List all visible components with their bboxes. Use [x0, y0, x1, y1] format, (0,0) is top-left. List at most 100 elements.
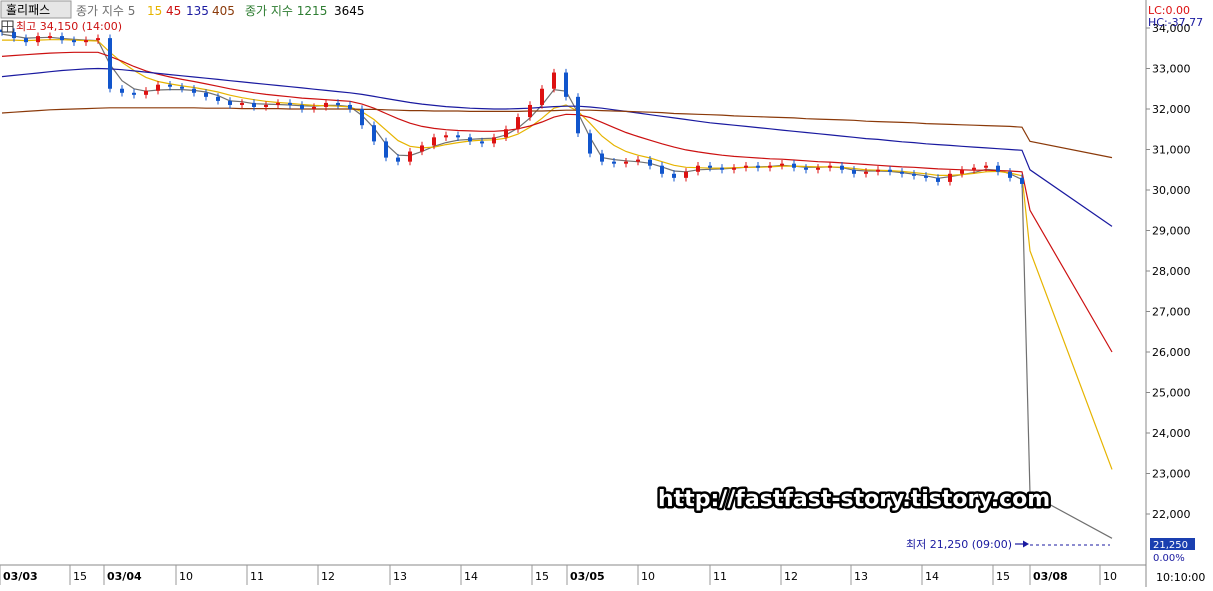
- high-marker: 최고 34,150 (14:00): [1, 20, 122, 33]
- legend-ma405: 405: [212, 4, 235, 18]
- y-tick-label: 27,000: [1152, 306, 1191, 319]
- candle-body: [900, 171, 904, 174]
- candle-body: [924, 175, 928, 178]
- candle-body: [312, 106, 316, 109]
- candle-body: [168, 84, 172, 87]
- legend-ma15: 15: [147, 4, 162, 18]
- hc-label: HC:-37.77: [1148, 16, 1203, 29]
- candle-body: [24, 38, 28, 43]
- x-tick-label: 03/05: [570, 570, 605, 583]
- candle-body: [744, 165, 748, 168]
- candle-body: [264, 104, 268, 107]
- candle-body: [684, 171, 688, 178]
- candle-body: [816, 167, 820, 170]
- candle-body: [828, 165, 832, 168]
- candle-body: [36, 36, 40, 43]
- candle-body: [480, 141, 484, 144]
- candle-body: [984, 165, 988, 168]
- x-tick-label: 15: [996, 570, 1010, 583]
- candle-body: [408, 151, 412, 162]
- low-label: 최저 21,250 (09:00): [906, 538, 1012, 551]
- candle-body: [852, 169, 856, 174]
- candle-body: [1008, 171, 1012, 178]
- candle-body: [240, 102, 244, 105]
- candle-body: [624, 161, 628, 164]
- candle-body: [696, 165, 700, 172]
- x-tick-label: 03/03: [3, 570, 38, 583]
- candle-body: [996, 165, 1000, 172]
- y-tick-label: 32,000: [1152, 103, 1191, 116]
- candle-body: [648, 159, 652, 166]
- candle-body: [108, 38, 112, 89]
- x-tick-label: 10: [179, 570, 193, 583]
- legend-ma135: 135: [186, 4, 209, 18]
- candle-body: [96, 38, 100, 41]
- x-tick-label: 15: [535, 570, 549, 583]
- x-tick-label: 11: [250, 570, 264, 583]
- candle-body: [768, 165, 772, 168]
- price-chart[interactable]: 34,00033,00032,00031,00030,00029,00028,0…: [0, 0, 1213, 587]
- y-tick-label: 33,000: [1152, 63, 1191, 76]
- y-tick-label: 30,000: [1152, 184, 1191, 197]
- y-tick-label: 22,000: [1152, 508, 1191, 521]
- candle-body: [384, 141, 388, 158]
- candle-body: [60, 36, 64, 41]
- candle-body: [192, 88, 196, 93]
- candle-body: [564, 72, 568, 97]
- candle-body: [288, 102, 292, 105]
- candle-body: [228, 100, 232, 105]
- candle-body: [216, 96, 220, 101]
- candle-body: [540, 88, 544, 105]
- legend-ma1215: 종가 지수 1215: [245, 4, 327, 18]
- candle-body: [492, 137, 496, 144]
- candle-body: [864, 171, 868, 174]
- candle-body: [936, 177, 940, 182]
- x-tick-label: 14: [464, 570, 478, 583]
- candle-body: [708, 165, 712, 168]
- current-price: 21,250: [1153, 540, 1188, 551]
- chart-container[interactable]: 34,000 33,000 32,000 31,000 30,000 29,000 28,0…: [0, 0, 1213, 587]
- candle-body: [48, 36, 52, 39]
- watermark: http://fastfast-story.tistory.com: [658, 487, 1050, 512]
- candle-body: [324, 102, 328, 107]
- legend-ma45: 45: [166, 4, 181, 18]
- candle-body: [72, 40, 76, 43]
- candle-body: [516, 117, 520, 130]
- candle-body: [1020, 177, 1024, 184]
- candle-body: [960, 169, 964, 174]
- candle-body: [840, 165, 844, 170]
- candle-body: [336, 102, 340, 105]
- candle-body: [156, 84, 160, 91]
- candle-body: [372, 125, 376, 142]
- candle-body: [360, 109, 364, 126]
- time-label: 10:10:00: [1156, 571, 1205, 584]
- x-tick-label: 03/04: [107, 570, 142, 583]
- candle-body: [552, 72, 556, 89]
- candle-body: [252, 102, 256, 107]
- x-tick-label: 12: [784, 570, 798, 583]
- candle-body: [276, 102, 280, 105]
- candle-body: [600, 153, 604, 162]
- candle-body: [912, 173, 916, 176]
- candle-body: [504, 129, 508, 138]
- candle-body: [612, 161, 616, 164]
- candle-body: [972, 167, 976, 170]
- x-tick-label: 13: [854, 570, 868, 583]
- candle-body: [420, 145, 424, 152]
- candle-body: [660, 165, 664, 174]
- y-tick-label: 31,000: [1152, 144, 1191, 157]
- symbol-label[interactable]: 홀리패스: [6, 3, 50, 17]
- candle-body: [468, 137, 472, 142]
- x-tick-label: 12: [321, 570, 335, 583]
- candle-body: [180, 86, 184, 89]
- candle-body: [756, 165, 760, 168]
- candle-body: [456, 135, 460, 138]
- x-tick-label: 13: [393, 570, 407, 583]
- x-tick-label: 03/08: [1033, 570, 1068, 583]
- y-tick-label: 23,000: [1152, 468, 1191, 481]
- candle-body: [636, 159, 640, 162]
- y-tick-label: 28,000: [1152, 265, 1191, 278]
- candle-body: [672, 173, 676, 178]
- x-tick-label: 14: [925, 570, 939, 583]
- x-tick-label: 10: [1103, 570, 1117, 583]
